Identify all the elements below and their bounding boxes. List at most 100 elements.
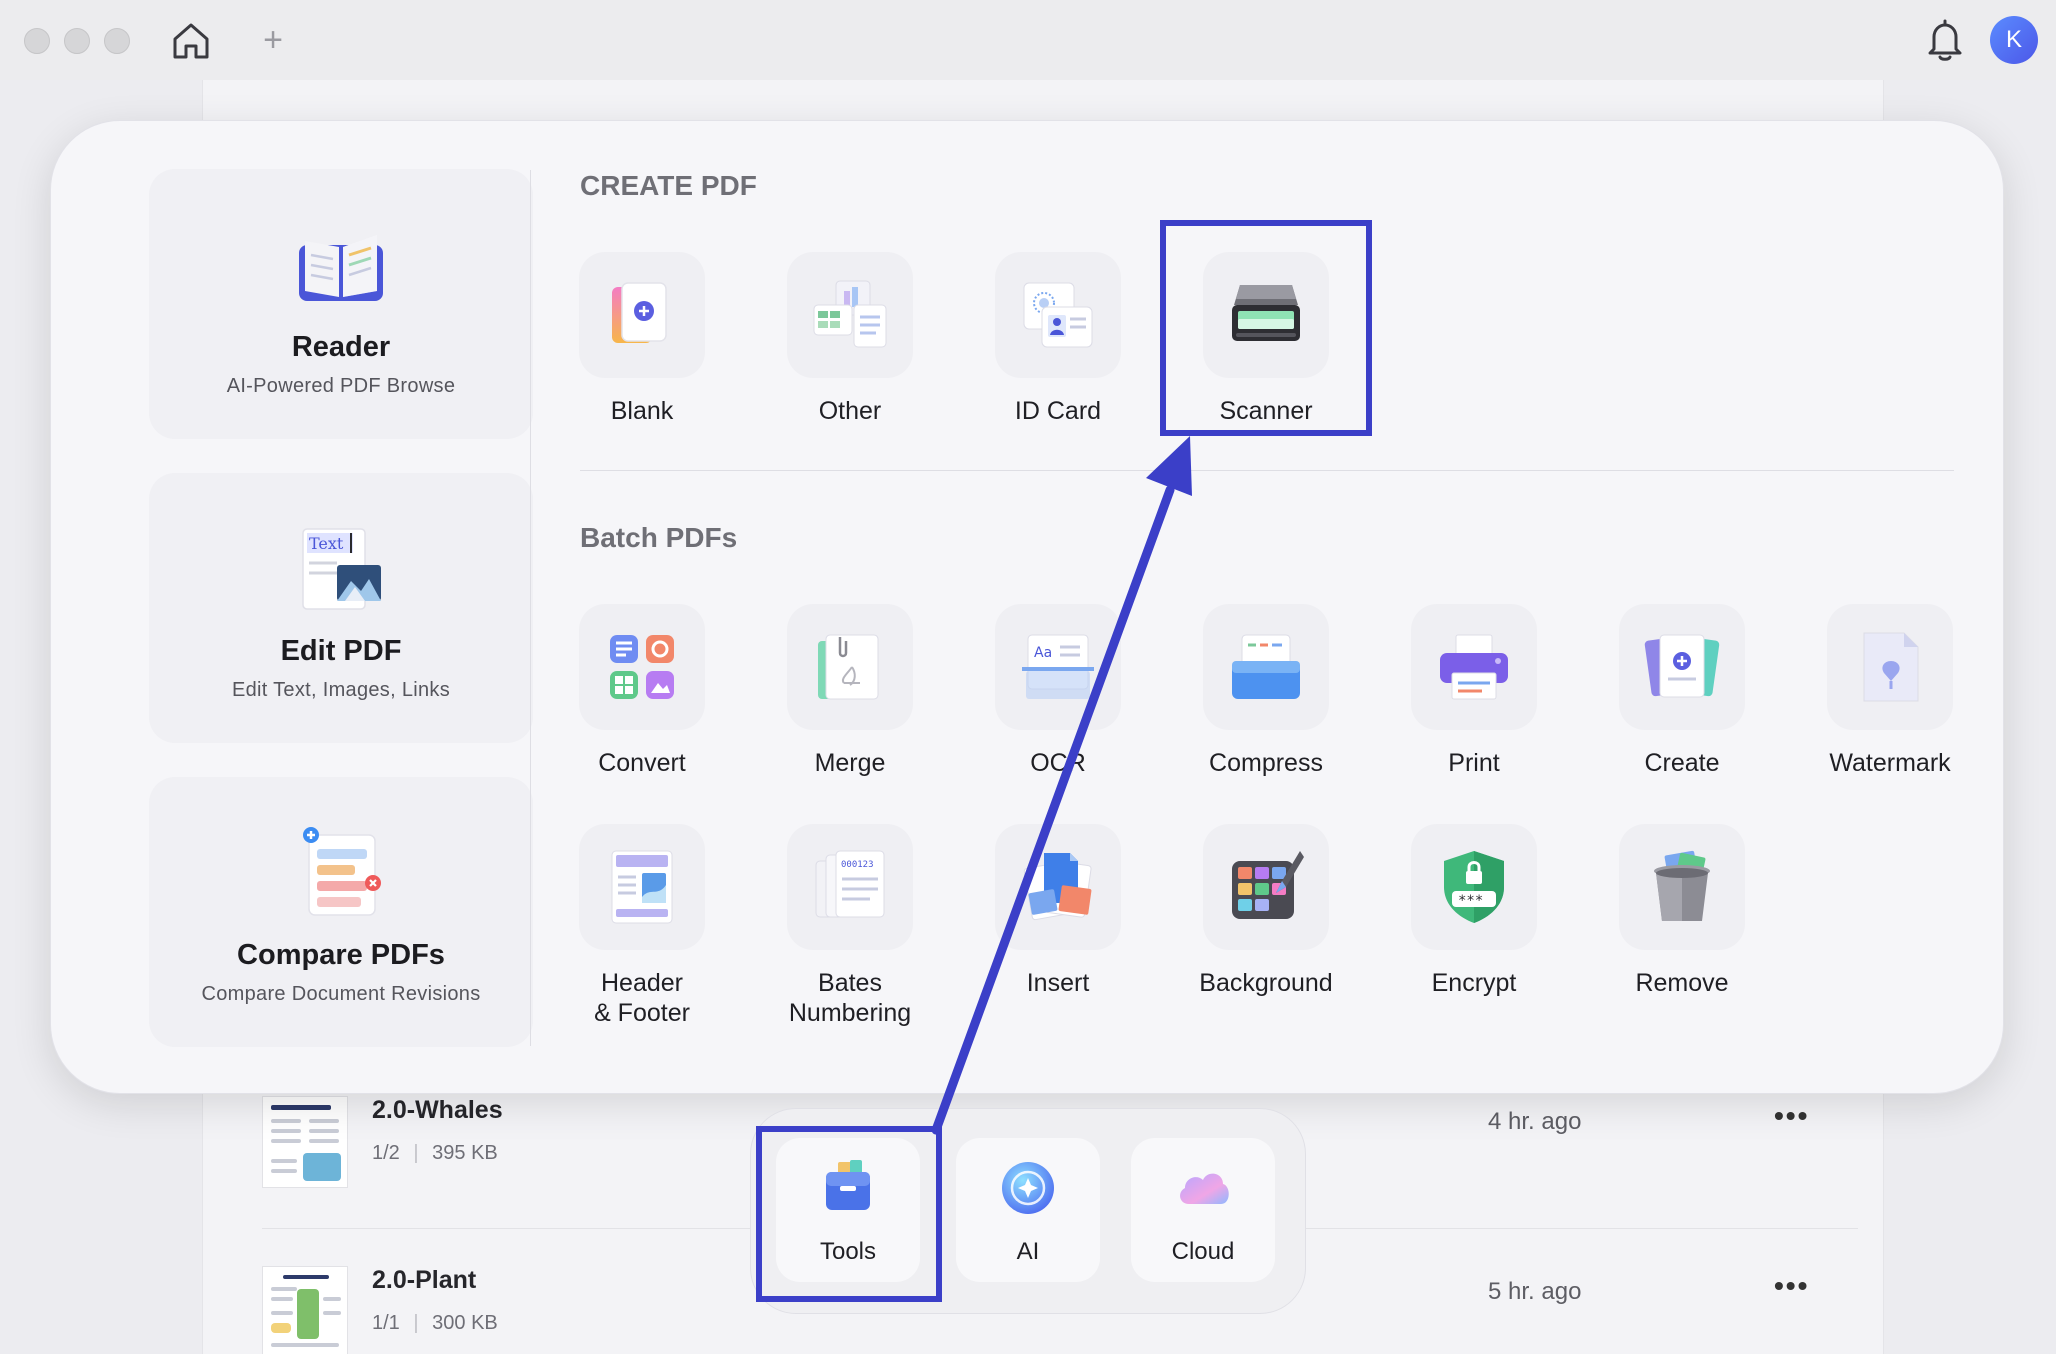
file-size: 395 KB	[432, 1142, 498, 1164]
encrypt-icon: ***	[1444, 851, 1504, 923]
tool-label: Blank	[610, 397, 674, 425]
file-size: 300 KB	[432, 1312, 498, 1334]
insert-tool[interactable]: Insert	[973, 824, 1143, 1044]
header-footer-tool[interactable]: Header & Footer	[557, 824, 727, 1044]
card-subtitle: Edit Text, Images, Links	[231, 679, 451, 701]
ai-icon	[1002, 1162, 1054, 1214]
tool-label: Background	[1199, 969, 1333, 997]
cloud-icon	[1180, 1173, 1229, 1204]
insert-icon	[1023, 853, 1092, 921]
print-tool[interactable]: Print	[1389, 604, 1559, 824]
title-bar: + K	[0, 0, 2056, 80]
tool-label: Encrypt	[1431, 969, 1517, 997]
new-tab-button[interactable]: +	[258, 20, 288, 60]
convert-tool[interactable]: Convert	[557, 604, 727, 824]
card-subtitle: Compare Document Revisions	[201, 983, 481, 1005]
bell-icon	[1928, 19, 1962, 61]
file-name: 2.0-Plant	[372, 1266, 477, 1294]
compress-icon	[1232, 634, 1300, 699]
ocr-tool[interactable]: Aa OCR	[973, 604, 1143, 824]
merge-icon	[818, 634, 879, 700]
edit-text-icon-label: Text	[309, 534, 344, 553]
minimize-window-button[interactable]	[64, 28, 90, 54]
other-formats-icon	[813, 280, 887, 348]
tool-label: OCR	[1030, 749, 1086, 777]
remove-tool[interactable]: Remove	[1597, 824, 1767, 1044]
blank-page-icon	[612, 282, 667, 343]
other-tool[interactable]: Other	[765, 252, 935, 472]
dock-ai-button[interactable]: AI	[956, 1138, 1100, 1282]
tool-label: Compress	[1209, 749, 1323, 777]
home-button[interactable]	[168, 18, 214, 64]
edit-text-icon: Text	[302, 528, 381, 610]
dock-label: Cloud	[1171, 1238, 1235, 1265]
compare-icon	[303, 827, 381, 916]
bates-numbering-icon: 000123	[815, 850, 885, 918]
encrypt-tool[interactable]: *** Encrypt	[1389, 824, 1559, 1044]
watermark-tool[interactable]: Watermark	[1805, 604, 1975, 824]
encrypt-icon-label: ***	[1458, 893, 1483, 909]
header-footer-icon	[611, 850, 673, 924]
card-title: Compare PDFs	[237, 939, 445, 971]
tool-label: Insert	[1026, 969, 1090, 997]
home-icon	[173, 23, 209, 59]
background-icon	[1232, 851, 1304, 919]
convert-icon	[610, 635, 674, 699]
scanner-highlight-box	[1160, 220, 1372, 436]
merge-tool[interactable]: Merge	[765, 604, 935, 824]
tools-highlight-box	[756, 1126, 942, 1302]
book-icon	[299, 235, 383, 301]
dock-cloud-button[interactable]: Cloud	[1131, 1138, 1275, 1282]
compare-pdfs-card[interactable]: Compare PDFs Compare Document Revisions	[149, 777, 533, 1047]
tool-label: Header & Footer	[594, 969, 690, 1027]
tool-label: Remove	[1635, 969, 1729, 997]
section-divider	[580, 470, 1954, 471]
trash-icon	[1654, 850, 1710, 921]
bates-numbering-tool[interactable]: 000123 Bates Numbering	[765, 824, 935, 1044]
file-meta: 1/2 | 395 KB	[372, 1142, 498, 1164]
file-pages: 1/1	[372, 1312, 400, 1334]
tool-label: Other	[818, 397, 882, 425]
id-card-icon	[1023, 282, 1093, 348]
bates-icon-label: 000123	[841, 860, 874, 870]
tool-label: Watermark	[1829, 749, 1951, 777]
close-window-button[interactable]	[24, 28, 50, 54]
print-icon	[1440, 634, 1508, 700]
card-title: Edit PDF	[280, 635, 402, 667]
create-pdf-section-title: CREATE PDF	[580, 170, 757, 201]
file-name: 2.0-Whales	[372, 1096, 503, 1124]
card-title: Reader	[291, 331, 391, 363]
file-more-button[interactable]: •••	[1774, 1270, 1809, 1302]
compress-tool[interactable]: Compress	[1181, 604, 1351, 824]
blank-tool[interactable]: Blank	[557, 252, 727, 472]
dock-label: AI	[1016, 1238, 1040, 1265]
watermark-icon	[1863, 632, 1919, 702]
ocr-icon-label: Aa	[1034, 645, 1052, 661]
file-modified-time: 4 hr. ago	[1488, 1108, 1582, 1135]
tool-label: Convert	[598, 749, 686, 777]
zoom-window-button[interactable]	[104, 28, 130, 54]
file-meta: 1/1 | 300 KB	[372, 1312, 498, 1334]
tool-label: Bates Numbering	[788, 969, 912, 1027]
file-more-button[interactable]: •••	[1774, 1100, 1809, 1132]
background-tool[interactable]: Background	[1181, 824, 1351, 1044]
batch-pdfs-section-title: Batch PDFs	[580, 522, 738, 553]
file-modified-time: 5 hr. ago	[1488, 1278, 1582, 1305]
panel-vertical-divider	[530, 170, 531, 1046]
create-tool[interactable]: Create	[1597, 604, 1767, 824]
notifications-button[interactable]	[1922, 16, 1968, 64]
file-pages: 1/2	[372, 1142, 400, 1164]
tool-label: Merge	[814, 749, 886, 777]
edit-pdf-card[interactable]: Text Edit PDF Edit Text, Images, Links	[149, 473, 533, 743]
file-thumbnail	[262, 1096, 348, 1188]
tool-label: ID Card	[1014, 397, 1102, 425]
user-avatar[interactable]: K	[1990, 16, 2038, 64]
tool-label: Print	[1448, 749, 1500, 777]
id-card-tool[interactable]: ID Card	[973, 252, 1143, 472]
ocr-icon: Aa	[1022, 634, 1094, 699]
tool-label: Create	[1644, 749, 1720, 777]
reader-card[interactable]: Reader AI-Powered PDF Browse	[149, 169, 533, 439]
file-thumbnail	[262, 1266, 348, 1354]
card-subtitle: AI-Powered PDF Browse	[226, 375, 456, 397]
create-icon	[1644, 634, 1720, 698]
